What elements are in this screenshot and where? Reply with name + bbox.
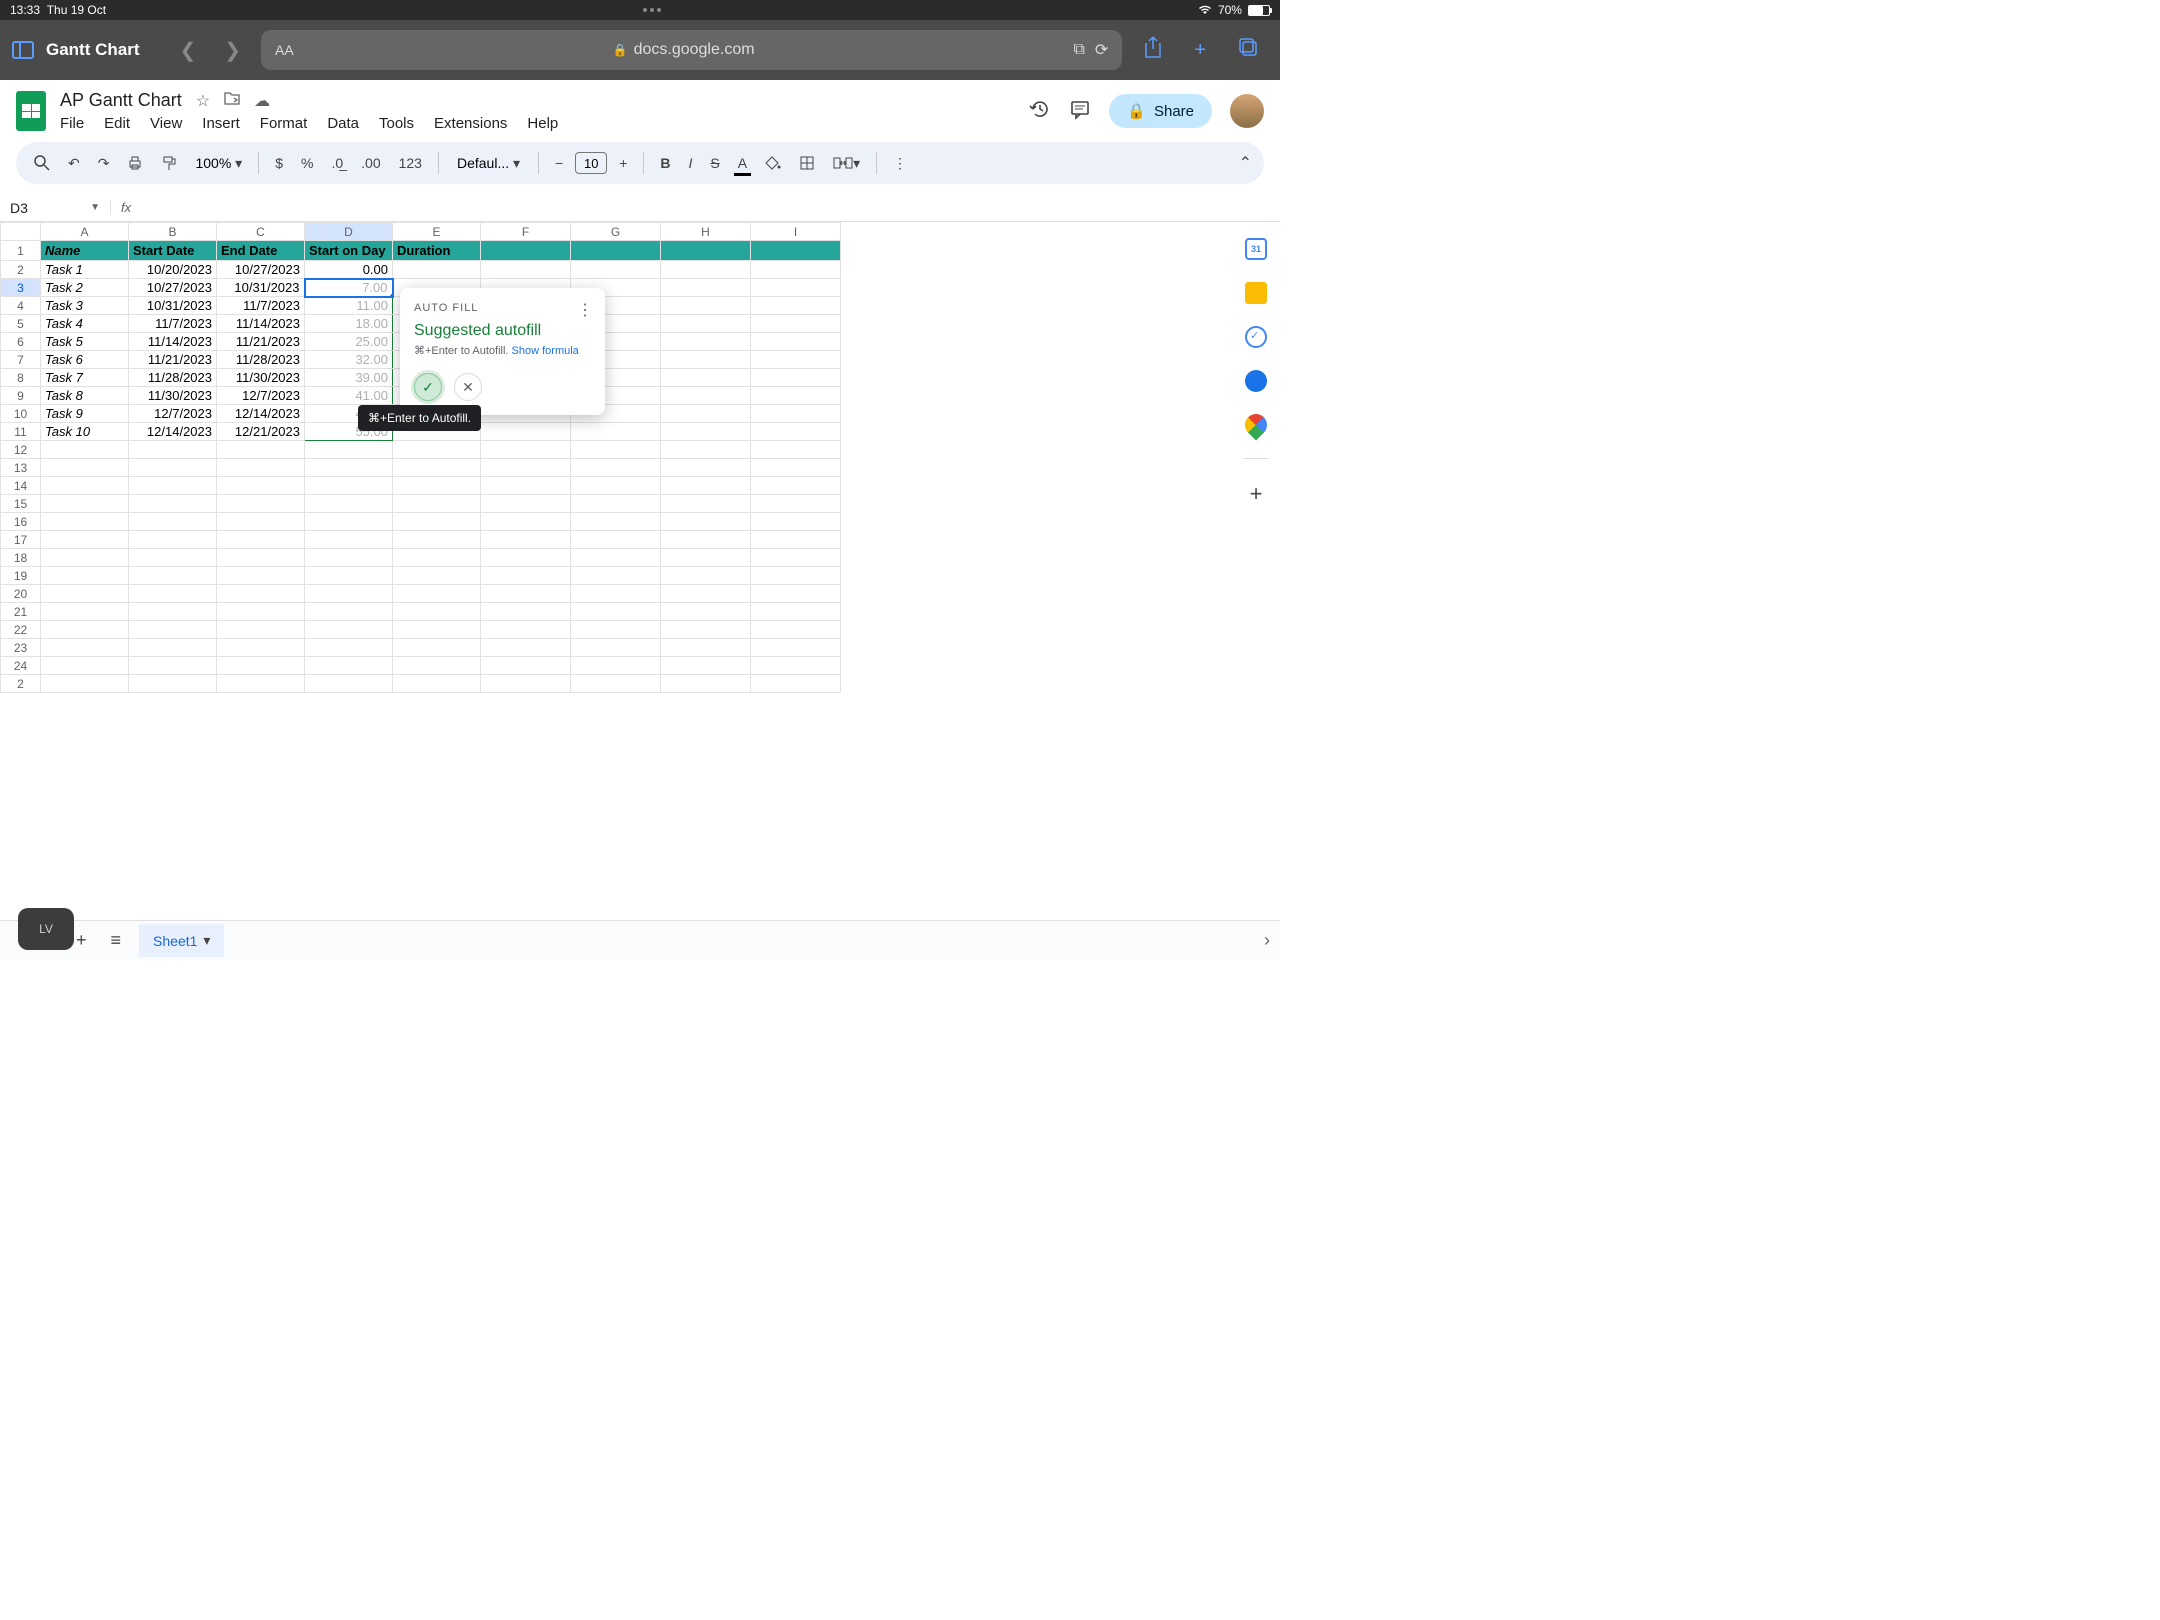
more-formats-button[interactable]: 123 bbox=[393, 151, 428, 175]
formula-bar: D3▼ fx bbox=[0, 194, 1280, 222]
menu-tools[interactable]: Tools bbox=[379, 115, 414, 132]
increase-decimal-button[interactable]: .00 bbox=[355, 151, 386, 175]
menu-help[interactable]: Help bbox=[527, 115, 558, 132]
forward-button[interactable]: ❯ bbox=[216, 38, 249, 63]
safari-sidebar-button[interactable] bbox=[12, 41, 34, 59]
contacts-icon[interactable] bbox=[1245, 370, 1267, 392]
move-icon[interactable] bbox=[224, 91, 240, 110]
comment-icon[interactable] bbox=[1069, 98, 1091, 125]
fill-color-button[interactable] bbox=[759, 151, 787, 175]
autofill-more-icon[interactable]: ⋮ bbox=[577, 300, 593, 320]
keep-icon[interactable] bbox=[1245, 282, 1267, 304]
menu-data[interactable]: Data bbox=[327, 115, 359, 132]
sheet-tab-bar: + ≡ Sheet1 ▾ › bbox=[0, 920, 1280, 960]
paint-format-button[interactable] bbox=[155, 151, 183, 175]
tabs-button[interactable] bbox=[1228, 37, 1268, 63]
star-icon[interactable]: ☆ bbox=[196, 91, 210, 111]
zoom-select[interactable]: 100% ▾ bbox=[189, 155, 248, 172]
multitask-dots[interactable] bbox=[643, 8, 661, 12]
show-formula-link[interactable]: Show formula bbox=[512, 345, 579, 357]
menu-file[interactable]: File bbox=[60, 115, 84, 132]
font-size-inc[interactable]: + bbox=[613, 151, 633, 175]
tasks-icon[interactable] bbox=[1245, 326, 1267, 348]
ios-time: 13:33 bbox=[10, 3, 40, 17]
font-size-input[interactable]: 10 bbox=[575, 152, 607, 174]
menu-insert[interactable]: Insert bbox=[202, 115, 240, 132]
reload-button[interactable]: ⟳ bbox=[1095, 40, 1108, 60]
keyboard-indicator[interactable]: LV bbox=[18, 908, 74, 950]
share-button[interactable]: 🔒 Share bbox=[1109, 94, 1212, 128]
side-panel: 31 + bbox=[1232, 222, 1280, 693]
menu-view[interactable]: View bbox=[150, 115, 182, 132]
autofill-reject-button[interactable]: ✕ bbox=[454, 373, 482, 401]
percent-button[interactable]: % bbox=[295, 151, 319, 175]
url-text: docs.google.com bbox=[634, 41, 755, 59]
battery-percent: 70% bbox=[1218, 3, 1242, 17]
strikethrough-button[interactable]: S bbox=[704, 151, 725, 175]
account-avatar[interactable] bbox=[1230, 94, 1264, 128]
autofill-label: AUTO FILL bbox=[414, 302, 591, 314]
undo-button[interactable]: ↶ bbox=[62, 151, 86, 176]
italic-button[interactable]: I bbox=[683, 151, 699, 175]
maps-icon[interactable] bbox=[1240, 409, 1271, 440]
reader-button[interactable]: AA bbox=[275, 42, 294, 58]
autofill-accept-button[interactable]: ✓ bbox=[414, 373, 442, 401]
menu-bar: File Edit View Insert Format Data Tools … bbox=[60, 115, 1015, 132]
wifi-icon bbox=[1198, 5, 1212, 15]
merge-button[interactable]: ▾ bbox=[827, 151, 866, 176]
cloud-status-icon[interactable]: ☁ bbox=[254, 91, 270, 111]
redo-button[interactable]: ↷ bbox=[92, 151, 116, 176]
lock-icon: 🔒 bbox=[613, 43, 628, 57]
more-button[interactable]: ⋮ bbox=[887, 151, 913, 176]
battery-icon bbox=[1248, 5, 1270, 16]
lock-icon: 🔒 bbox=[1127, 102, 1146, 120]
autofill-tooltip: ⌘+Enter to Autofill. bbox=[358, 405, 481, 431]
font-select[interactable]: Defaul... ▾ bbox=[449, 155, 528, 172]
history-icon[interactable] bbox=[1029, 98, 1051, 125]
ios-date: Thu 19 Oct bbox=[47, 3, 106, 17]
decrease-decimal-button[interactable]: .0̲ bbox=[325, 151, 349, 175]
ios-status-bar: 13:33 Thu 19 Oct 70% bbox=[0, 0, 1280, 20]
url-bar[interactable]: AA 🔒 docs.google.com ⧉ ⟳ bbox=[261, 30, 1122, 70]
font-size-dec[interactable]: − bbox=[549, 151, 569, 175]
sheet-tab[interactable]: Sheet1 ▾ bbox=[139, 924, 224, 957]
autofill-hint: ⌘+Enter to Autofill. Show formula bbox=[414, 344, 591, 357]
collapse-toolbar-button[interactable]: ⌃ bbox=[1239, 153, 1252, 173]
menu-edit[interactable]: Edit bbox=[104, 115, 130, 132]
autofill-popup: AUTO FILL ⋮ Suggested autofill ⌘+Enter t… bbox=[400, 288, 605, 415]
print-button[interactable] bbox=[121, 151, 149, 175]
borders-button[interactable] bbox=[793, 151, 821, 175]
back-button[interactable]: ❮ bbox=[172, 38, 205, 63]
sheets-header: AP Gantt Chart ☆ ☁ File Edit View Insert… bbox=[0, 80, 1280, 132]
share-icon[interactable] bbox=[1134, 36, 1172, 64]
all-sheets-button[interactable]: ≡ bbox=[105, 930, 128, 951]
expand-side-panel-button[interactable]: › bbox=[1264, 930, 1270, 951]
toolbar: ↶ ↷ 100% ▾ $ % .0̲ .00 123 Defaul... ▾ −… bbox=[16, 142, 1264, 184]
bold-button[interactable]: B bbox=[654, 151, 676, 175]
currency-button[interactable]: $ bbox=[269, 151, 289, 175]
extensions-icon[interactable]: ⧉ bbox=[1073, 41, 1084, 59]
menu-format[interactable]: Format bbox=[260, 115, 308, 132]
sheets-logo[interactable] bbox=[16, 91, 46, 131]
doc-title[interactable]: AP Gantt Chart bbox=[60, 90, 182, 111]
fx-label: fx bbox=[110, 200, 141, 215]
safari-toolbar: Gantt Chart ❮ ❯ AA 🔒docs.google.com ⧉ ⟳ … bbox=[0, 20, 1280, 80]
add-addon-button[interactable]: + bbox=[1250, 481, 1263, 507]
autofill-title: Suggested autofill bbox=[414, 322, 591, 340]
search-icon[interactable] bbox=[28, 151, 56, 175]
safari-tab-title: Gantt Chart bbox=[46, 40, 140, 60]
menu-extensions[interactable]: Extensions bbox=[434, 115, 507, 132]
name-box[interactable]: D3▼ bbox=[0, 200, 110, 216]
share-label: Share bbox=[1154, 103, 1194, 120]
text-color-button[interactable]: A bbox=[732, 151, 753, 175]
calendar-icon[interactable]: 31 bbox=[1245, 238, 1267, 260]
new-tab-button[interactable]: + bbox=[1184, 39, 1216, 62]
grid-area: ABCDEFGHI1NameStart DateEnd DateStart on… bbox=[0, 222, 1280, 693]
